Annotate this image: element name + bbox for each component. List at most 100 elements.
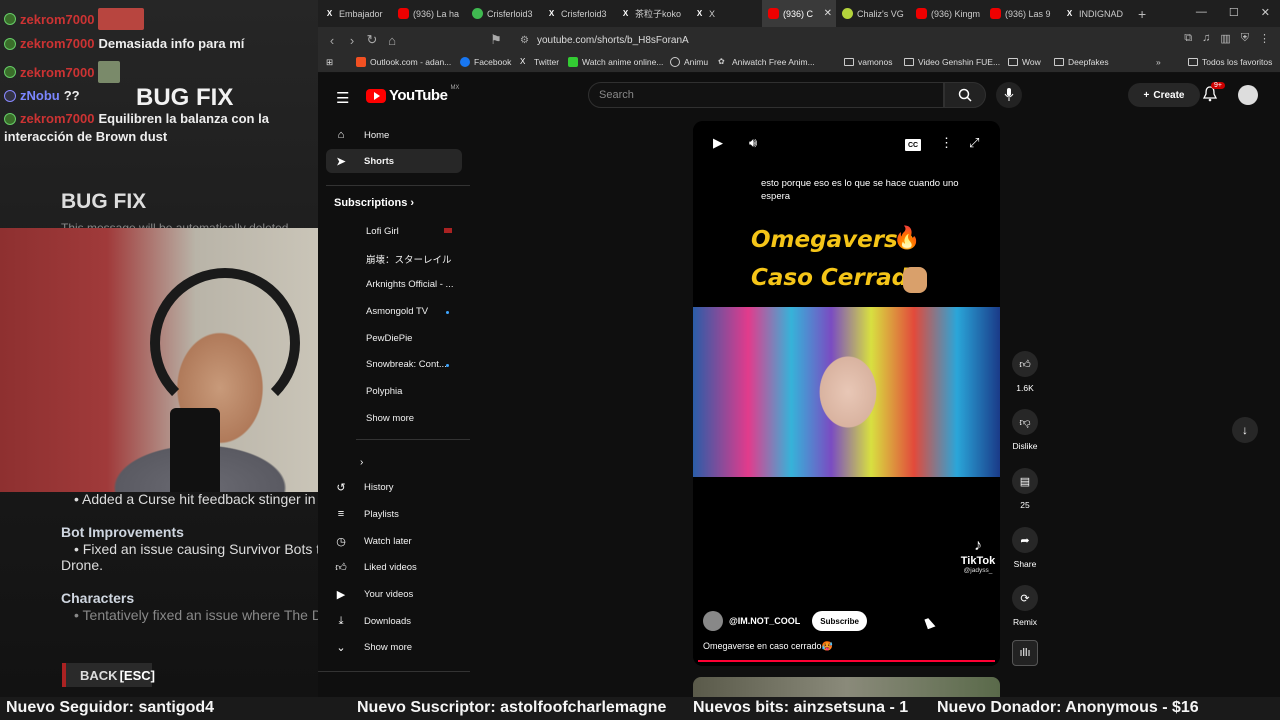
bookmark-folder[interactable]: Wow [1008,57,1041,67]
thumbs-up-icon[interactable]: 👍︎ [1012,351,1038,377]
back-arrow-icon[interactable]: ‹ [322,33,342,48]
minimize-icon[interactable]: — [1196,6,1207,19]
subscription-item[interactable]: 崩壊：スターレイル [366,252,452,266]
bookmark-folder[interactable]: vamonos [844,57,893,67]
short-description[interactable]: Omegaverse en caso cerrado🥵 [703,641,833,652]
bookmark-item[interactable]: Facebook [460,57,511,67]
subscription-item[interactable]: Asmongold TV [366,306,428,317]
close-window-icon[interactable]: ✕ [1261,6,1270,19]
subscription-item[interactable]: Lofi Girl [366,226,399,237]
next-short-arrow-icon[interactable]: ↓ [1232,417,1258,443]
new-tab-icon[interactable]: + [1138,6,1146,22]
dislike-action[interactable]: 👎︎ Dislike [1010,409,1040,451]
more-bookmarks-icon[interactable]: » [1156,57,1161,67]
voice-search-button[interactable] [996,82,1022,108]
download-icon: ⤓ [338,614,344,627]
subscription-item[interactable]: Polyphia [366,386,402,397]
bookmark-folder[interactable]: Todos los favoritos [1188,57,1272,67]
maximize-icon[interactable]: ☐ [1229,6,1239,19]
shield-icon[interactable]: ⛨ [1241,32,1249,45]
subscription-item[interactable]: PewDiePie [366,333,412,344]
menu-icon[interactable]: ⋮ [1259,32,1270,45]
like-action[interactable]: 👍︎ 1.6K [1010,351,1040,393]
volume-icon[interactable]: 🔊︎ [749,135,757,151]
channel-avatar[interactable] [703,611,723,631]
sidebar-item-shorts[interactable]: ➤ Shorts [326,149,462,173]
sidebar-item-liked-videos[interactable]: 👍︎ Liked videos [326,555,462,579]
play-icon[interactable]: ▶ [713,135,723,151]
tiktok-icon: ♪ [974,537,982,554]
youtube-logo[interactable]: YouTube MX [366,85,459,104]
tab-label: Crisferloid3 [487,8,533,19]
extension-icon[interactable]: ⧉ [1184,32,1192,45]
folder-icon [844,58,854,66]
live-indicator [444,228,452,233]
browser-tab[interactable]: X INDIGNAD [1058,0,1132,27]
browser-tab[interactable]: Crisferloid3 [466,0,540,27]
comments-action[interactable]: ▤ 25 [1010,468,1040,510]
browser-tab[interactable]: Chaliz's VG [836,0,910,27]
video-progress-bar[interactable] [698,660,995,662]
bookmark-folder[interactable]: Deepfakes [1054,57,1109,67]
sound-action[interactable]: ıllı [1010,640,1040,666]
channel-name[interactable]: @IM.NOT_COOL [729,616,800,626]
shorts-bottom-area: ♪ TikTok @jadyss_ @IM.NOT_COOL Subscribe… [693,477,1000,666]
thumbs-down-icon[interactable]: 👎︎ [1012,409,1038,435]
browser-tab-active[interactable]: (936) C ✕ [762,0,836,27]
sidebar-item-playlists[interactable]: ≡ Playlists [326,502,462,526]
show-more-subscriptions[interactable]: Show more [366,413,414,424]
browser-tab[interactable]: XX [688,0,762,27]
subscriptions-header[interactable]: Subscriptions › [334,197,414,209]
browser-tab[interactable]: X 茶粒子koko [614,0,688,27]
browser-tab[interactable]: X Crisferloid3 [540,0,614,27]
browser-tab[interactable]: (936) Kingm [910,0,984,27]
more-options-icon[interactable]: ⋮ [940,135,953,151]
sidebar-item-downloads[interactable]: ⤓ Downloads [326,609,462,633]
url-field[interactable]: ⚙ youtube.com/shorts/b_H8sForanA [520,32,1014,48]
create-button[interactable]: + Create [1128,83,1200,107]
audio-wave-icon[interactable]: ıllı [1012,640,1038,666]
fullscreen-icon[interactable]: ⤢ [969,135,979,151]
back-button[interactable]: BACK [ESC] [62,663,155,687]
reload-icon[interactable]: ↻ [362,32,382,48]
avatar[interactable] [1238,85,1258,105]
bookmark-item[interactable]: Outlook.com - adan... [356,57,451,67]
sidebar-item-your-videos[interactable]: ▶ Your videos [326,582,462,606]
subscription-item[interactable]: Arknights Official - ... [366,279,453,290]
bookmark-item[interactable]: Watch anime online... [568,57,663,67]
chevron-right-icon[interactable]: › [360,457,363,468]
sidebar-item-watch-later[interactable]: ◷ Watch later [326,529,462,553]
music-icon[interactable]: ♫ [1202,32,1210,45]
browser-tab[interactable]: (936) La ha [392,0,466,27]
bookmark-icon[interactable]: ⚑ [486,32,506,48]
forward-arrow-icon[interactable]: › [342,33,362,48]
home-icon[interactable]: ⌂ [382,33,402,48]
next-short-preview[interactable] [693,677,1000,697]
share-icon[interactable]: ➦ [1012,527,1038,553]
x-icon: X [1066,9,1073,18]
captions-icon[interactable]: CC [905,139,921,151]
close-icon[interactable]: ✕ [824,8,832,19]
browser-tab[interactable]: (936) Las 9 [984,0,1058,27]
search-input[interactable]: Search [588,82,944,108]
site-settings-icon[interactable]: ⚙ [520,35,529,46]
search-button[interactable] [944,82,986,108]
browser-tab[interactable]: X Embajador [318,0,392,27]
share-action[interactable]: ➦ Share [1010,527,1040,569]
remix-icon[interactable]: ⟳ [1012,585,1038,611]
bookmark-item[interactable]: ✿ Aniwatch Free Anim... [718,57,815,67]
subscribe-button[interactable]: Subscribe [812,611,867,631]
remix-action[interactable]: ⟳ Remix [1010,585,1040,627]
bookmark-item[interactable]: Animu [670,57,708,67]
bookmark-folder[interactable]: Video Genshin FUE... [904,57,1000,67]
sidebar-icon[interactable]: ▥ [1220,32,1230,45]
subscription-item[interactable]: Snowbreak: Cont... [366,359,447,370]
shorts-player[interactable]: ▶ 🔊︎ CC ⋮ ⤢ esto porque eso es lo que se… [693,121,1000,666]
sidebar-item-show-more[interactable]: ⌄ Show more [326,635,462,659]
comment-icon[interactable]: ▤ [1012,468,1038,494]
apps-icon[interactable]: ⊞ [326,57,333,68]
bookmark-item[interactable]: X Twitter [520,57,559,67]
sidebar-item-history[interactable]: ↺ History [326,475,462,499]
hamburger-menu-icon[interactable]: ☰ [336,89,349,107]
sidebar-item-home[interactable]: ⌂ Home [326,123,462,147]
